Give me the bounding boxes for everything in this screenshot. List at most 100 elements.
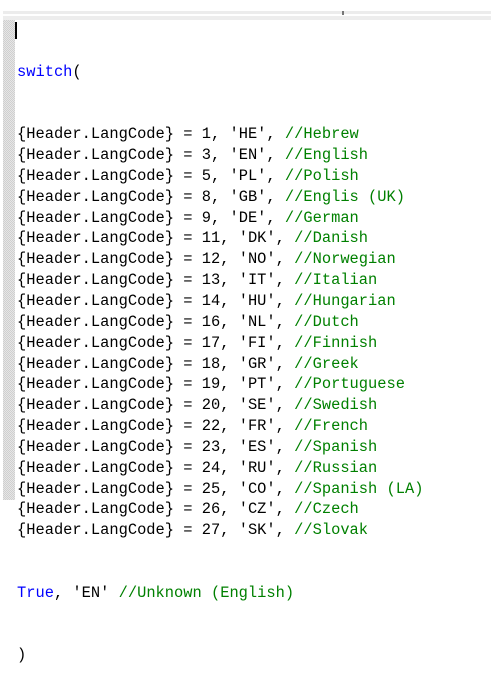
code-line-case: {Header.LangCode} = 5, 'PL', //Polish <box>17 166 423 187</box>
separator: , <box>220 312 239 331</box>
separator: , <box>220 354 239 373</box>
lang-code: 25 <box>201 479 221 498</box>
comment: //Norwegian <box>294 250 396 269</box>
lang-code: 11 <box>201 229 221 248</box>
lang-code: 26 <box>201 500 221 519</box>
field-ref: {Header.LangCode} <box>17 125 175 144</box>
separator: , <box>220 250 239 269</box>
operator: = <box>174 229 202 248</box>
operator: = <box>174 417 202 436</box>
field-ref: {Header.LangCode} <box>17 271 175 290</box>
field-ref: {Header.LangCode} <box>17 187 175 206</box>
code-line-case: {Header.LangCode} = 12, 'NO', //Norwegia… <box>17 249 423 270</box>
editor-gutter <box>3 20 15 500</box>
lang-code: 8 <box>201 187 211 206</box>
comment: //Finnish <box>294 333 378 352</box>
separator: , <box>275 312 295 331</box>
separator: , <box>220 500 239 519</box>
lang-code: 19 <box>201 375 221 394</box>
comment: //Hebrew <box>284 125 359 144</box>
formula-editor[interactable]: switch( {Header.LangCode} = 1, 'HE', //H… <box>17 20 423 687</box>
lang-code: 24 <box>201 458 221 477</box>
keyword-true: True <box>17 583 54 602</box>
comment: //Dutch <box>294 312 359 331</box>
separator: , <box>275 333 295 352</box>
lang-string: 'GB' <box>229 187 267 206</box>
lang-string: 'FI' <box>238 333 276 352</box>
lang-code: 9 <box>201 208 211 227</box>
lang-code: 1 <box>201 125 211 144</box>
field-ref: {Header.LangCode} <box>17 333 175 352</box>
separator: , <box>275 500 295 519</box>
comment: //Slovak <box>294 521 369 540</box>
operator: = <box>174 396 202 415</box>
field-ref: {Header.LangCode} <box>17 458 175 477</box>
lang-code: 23 <box>201 437 221 456</box>
comment: //Polish <box>284 166 359 185</box>
separator: , <box>275 229 295 248</box>
separator: , <box>220 458 239 477</box>
comment: //English <box>284 146 369 165</box>
lang-code: 16 <box>201 312 221 331</box>
lang-code: 14 <box>201 291 221 310</box>
separator: , <box>210 187 230 206</box>
operator: = <box>174 187 202 206</box>
lang-code: 22 <box>201 417 221 436</box>
code-line-case: {Header.LangCode} = 16, 'NL', //Dutch <box>17 312 423 333</box>
separator: , <box>275 354 295 373</box>
operator: = <box>174 312 202 331</box>
code-line-case: {Header.LangCode} = 26, 'CZ', //Czech <box>17 499 423 520</box>
separator: , <box>266 146 285 165</box>
code-line-case: {Header.LangCode} = 22, 'FR', //French <box>17 416 423 437</box>
separator: , <box>275 417 295 436</box>
separator: , <box>275 291 295 310</box>
lang-code: 12 <box>201 250 221 269</box>
comment: //Russian <box>294 458 378 477</box>
lang-string: 'RU' <box>238 458 276 477</box>
code-line-default: True, 'EN' //Unknown (English) <box>17 583 295 602</box>
comment: //Spanish (LA) <box>294 479 424 498</box>
comment: //Italian <box>294 271 378 290</box>
field-ref: {Header.LangCode} <box>17 208 175 227</box>
field-ref: {Header.LangCode} <box>17 229 175 248</box>
lang-code: 20 <box>201 396 221 415</box>
lang-string: 'HE' <box>229 125 267 144</box>
separator: , <box>266 187 285 206</box>
lang-string: 'NL' <box>238 312 276 331</box>
separator: , <box>220 229 239 248</box>
operator: = <box>174 500 202 519</box>
lang-code: 3 <box>201 146 211 165</box>
field-ref: {Header.LangCode} <box>17 500 175 519</box>
comment: //Unknown (English) <box>118 583 295 602</box>
lang-string: 'EN' <box>229 146 267 165</box>
field-ref: {Header.LangCode} <box>17 166 175 185</box>
comment: //Greek <box>294 354 359 373</box>
field-ref: {Header.LangCode} <box>17 354 175 373</box>
operator: = <box>174 354 202 373</box>
comment: //Portuguese <box>294 375 405 394</box>
code-line-case: {Header.LangCode} = 14, 'HU', //Hungaria… <box>17 291 423 312</box>
comment: //Hungarian <box>294 291 396 310</box>
field-ref: {Header.LangCode} <box>17 291 175 310</box>
field-ref: {Header.LangCode} <box>17 396 175 415</box>
separator: , <box>275 458 295 477</box>
code-line-case: {Header.LangCode} = 24, 'RU', //Russian <box>17 458 423 479</box>
separator: , <box>275 521 295 540</box>
operator: = <box>174 208 202 227</box>
lang-string: 'DE' <box>229 208 267 227</box>
operator: = <box>174 271 202 290</box>
code-line-switch: switch( <box>17 62 82 81</box>
separator: , <box>220 291 239 310</box>
field-ref: {Header.LangCode} <box>17 250 175 269</box>
separator: , <box>210 166 230 185</box>
separator: , <box>220 437 239 456</box>
field-ref: {Header.LangCode} <box>17 437 175 456</box>
code-line-close: ) <box>17 646 27 665</box>
operator: = <box>174 437 202 456</box>
ruler-marker <box>342 11 344 15</box>
separator: , <box>220 396 239 415</box>
operator: = <box>174 146 202 165</box>
separator: , <box>220 375 239 394</box>
field-ref: {Header.LangCode} <box>17 479 175 498</box>
operator: = <box>174 479 202 498</box>
